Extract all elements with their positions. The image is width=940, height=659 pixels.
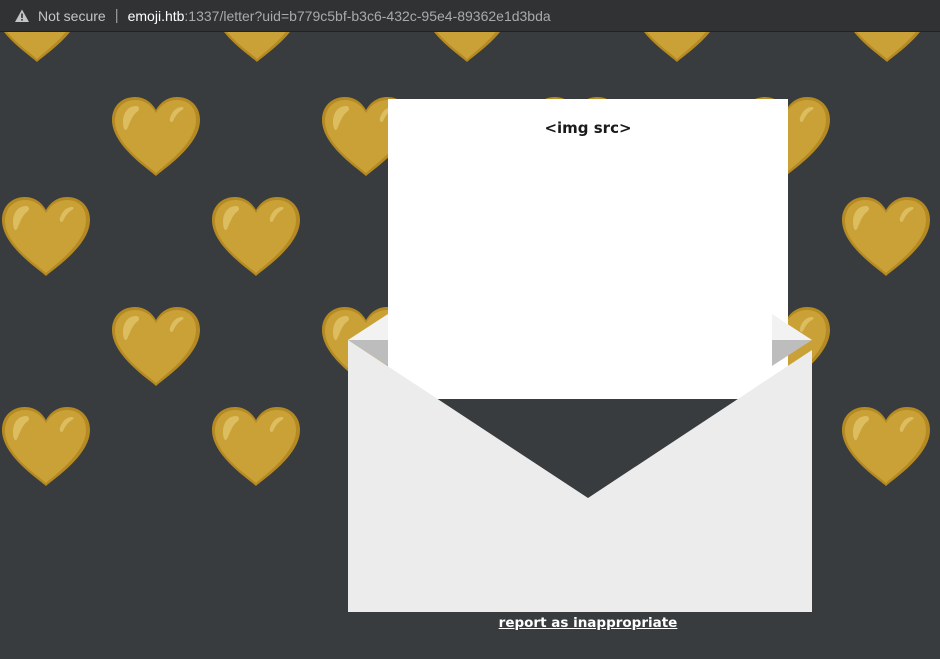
gold-heart-icon bbox=[840, 406, 932, 488]
url-path[interactable]: :1337/letter?uid=b779c5bf-b3c6-432c-95e4… bbox=[184, 8, 550, 24]
browser-address-bar[interactable]: Not secure | emoji.htb :1337/letter?uid=… bbox=[0, 0, 940, 32]
gold-heart-icon bbox=[211, 32, 303, 64]
report-link[interactable]: report as inappropriate bbox=[0, 615, 940, 631]
gold-heart-icon bbox=[210, 406, 302, 488]
url-divider: | bbox=[114, 7, 119, 24]
gold-heart-icon bbox=[631, 32, 723, 64]
gold-heart-icon bbox=[841, 32, 933, 64]
page-viewport: <img src> report as inappropriate bbox=[0, 32, 940, 659]
gold-heart-icon bbox=[210, 196, 302, 278]
gold-heart-icon bbox=[0, 32, 83, 64]
gold-heart-icon bbox=[840, 196, 932, 278]
gold-heart-icon bbox=[110, 306, 202, 388]
url-host[interactable]: emoji.htb bbox=[128, 8, 185, 24]
gold-heart-icon bbox=[110, 96, 202, 178]
gold-heart-icon bbox=[0, 406, 92, 488]
envelope-icon bbox=[348, 314, 812, 612]
warning-triangle-icon[interactable] bbox=[14, 8, 30, 24]
letter-message: <img src> bbox=[544, 119, 632, 137]
gold-heart-icon bbox=[0, 196, 92, 278]
security-status-label[interactable]: Not secure bbox=[38, 8, 106, 24]
gold-heart-icon bbox=[421, 32, 513, 64]
